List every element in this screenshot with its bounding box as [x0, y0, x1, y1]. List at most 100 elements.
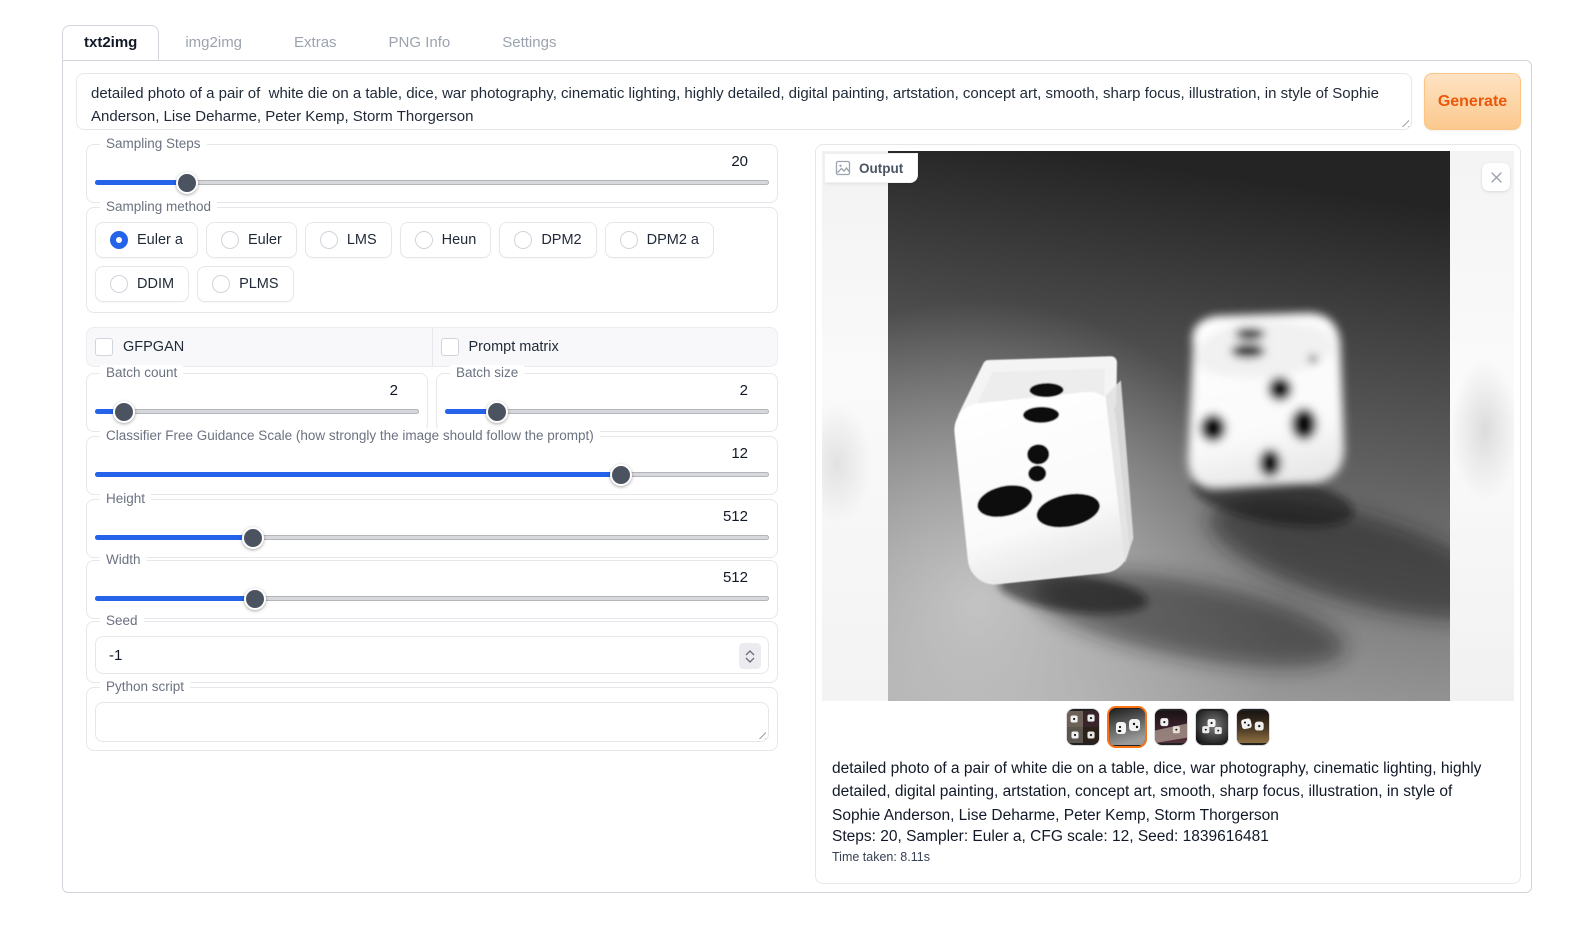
caption-params-text: Steps: 20, Sampler: Euler a, CFG scale: … [832, 828, 1504, 846]
tab-settings[interactable]: Settings [476, 26, 582, 59]
batch-size-value: 2 [445, 382, 769, 399]
radio-dpm2[interactable]: DPM2 [499, 222, 596, 258]
radio-lms[interactable]: LMS [305, 222, 392, 258]
cfg-value: 12 [95, 445, 769, 462]
gfpgan-label: GFPGAN [123, 339, 184, 355]
python-script-group: Python script [86, 687, 778, 751]
gallery-thumbnails [822, 701, 1514, 753]
radio-label: DPM2 a [647, 232, 699, 248]
width-group: Width 512 [86, 560, 778, 619]
radio-label: DDIM [137, 276, 174, 292]
prompt-matrix-checkbox[interactable]: Prompt matrix [432, 328, 778, 366]
batch-count-value: 2 [95, 382, 419, 399]
gfpgan-checkbox[interactable]: GFPGAN [87, 328, 432, 366]
caption-prompt-text: detailed photo of a pair of white die on… [832, 757, 1504, 827]
radio-heun[interactable]: Heun [400, 222, 492, 258]
output-image-stage: Output [822, 151, 1514, 701]
width-slider[interactable] [95, 588, 769, 610]
gallery-thumbnail-2-selected[interactable] [1107, 706, 1147, 748]
caption-time-text: Time taken: 8.11s [832, 850, 1504, 864]
output-label: Output [859, 161, 903, 176]
prompt-input[interactable]: detailed photo of a pair of white die on… [77, 74, 1411, 129]
sampling-method-group: Sampling method Euler a Euler LMS Heun D… [86, 207, 778, 313]
prompt-matrix-label: Prompt matrix [469, 339, 559, 355]
close-output-button[interactable] [1482, 163, 1510, 191]
radio-label: DPM2 [541, 232, 581, 248]
prompt-box: detailed photo of a pair of white die on… [76, 73, 1412, 130]
batch-size-slider[interactable] [445, 401, 769, 423]
height-group: Height 512 [86, 499, 778, 558]
radio-icon [415, 231, 433, 249]
tab-txt2img[interactable]: txt2img [62, 25, 159, 60]
output-caption: detailed photo of a pair of white die on… [822, 753, 1514, 864]
gallery-thumbnail-4[interactable] [1195, 708, 1229, 746]
width-value: 512 [95, 569, 769, 586]
app-container: detailed photo of a pair of white die on… [62, 60, 1532, 893]
batch-size-label: Batch size [450, 365, 524, 380]
tab-extras[interactable]: Extras [268, 26, 363, 59]
close-icon [1490, 171, 1503, 184]
checkbox-icon [441, 338, 459, 356]
radio-euler[interactable]: Euler [206, 222, 297, 258]
gallery-thumbnail-5[interactable] [1236, 708, 1270, 746]
slider-handle[interactable] [113, 401, 135, 423]
output-chip: Output [824, 153, 918, 183]
slider-handle[interactable] [610, 464, 632, 486]
tab-bar: txt2img img2img Extras PNG Info Settings [62, 25, 582, 59]
radio-label: PLMS [239, 276, 279, 292]
sampling-method-label: Sampling method [100, 199, 217, 214]
height-slider[interactable] [95, 527, 769, 549]
batch-count-label: Batch count [100, 365, 183, 380]
radio-icon [212, 275, 230, 293]
checkbox-icon [95, 338, 113, 356]
image-blur-edge-right [1450, 151, 1514, 701]
radio-icon [110, 275, 128, 293]
generate-button[interactable]: Generate [1424, 73, 1521, 130]
seed-group: Seed [86, 621, 778, 683]
seed-input[interactable] [96, 637, 768, 673]
python-script-input[interactable] [96, 703, 768, 741]
slider-handle[interactable] [176, 172, 198, 194]
radio-plms[interactable]: PLMS [197, 266, 294, 302]
sampling-steps-group: Sampling Steps 20 [86, 144, 778, 203]
cfg-label: Classifier Free Guidance Scale (how stro… [100, 428, 600, 443]
width-label: Width [100, 552, 147, 567]
batch-count-group: Batch count 2 [86, 373, 428, 432]
radio-label: Euler [248, 232, 282, 248]
toggles-row: GFPGAN Prompt matrix [86, 327, 778, 367]
generated-image[interactable] [888, 151, 1450, 701]
radio-label: Heun [442, 232, 477, 248]
gallery-thumbnail-1[interactable] [1066, 708, 1100, 746]
radio-icon [110, 231, 128, 249]
height-value: 512 [95, 508, 769, 525]
slider-handle[interactable] [486, 401, 508, 423]
tab-png-info[interactable]: PNG Info [363, 26, 477, 59]
prompt-row: detailed photo of a pair of white die on… [76, 73, 1521, 130]
sampling-steps-value: 20 [95, 153, 769, 170]
tab-img2img[interactable]: img2img [159, 26, 268, 59]
batch-count-slider[interactable] [95, 401, 419, 423]
radio-ddim[interactable]: DDIM [95, 266, 189, 302]
sampling-method-options: Euler a Euler LMS Heun DPM2 DPM2 a DDIM … [95, 220, 769, 304]
seed-label: Seed [100, 613, 144, 628]
radio-icon [620, 231, 638, 249]
sampling-steps-label: Sampling Steps [100, 136, 207, 151]
slider-handle[interactable] [244, 588, 266, 610]
batch-size-group: Batch size 2 [436, 373, 778, 432]
seed-stepper[interactable] [739, 643, 761, 669]
radio-icon [514, 231, 532, 249]
gallery-thumbnail-3[interactable] [1154, 708, 1188, 746]
sampling-steps-slider[interactable] [95, 172, 769, 194]
image-blur-edge-left [822, 151, 888, 701]
controls-column: Sampling Steps 20 Sampling method Euler … [76, 144, 778, 755]
cfg-group: Classifier Free Guidance Scale (how stro… [86, 436, 778, 495]
slider-handle[interactable] [242, 527, 264, 549]
radio-dpm2-a[interactable]: DPM2 a [605, 222, 714, 258]
cfg-slider[interactable] [95, 464, 769, 486]
radio-euler-a[interactable]: Euler a [95, 222, 198, 258]
image-icon [835, 160, 851, 176]
chevron-down-icon [745, 657, 755, 663]
chevron-up-icon [745, 650, 755, 656]
output-panel: Output [815, 144, 1521, 884]
radio-label: LMS [347, 232, 377, 248]
